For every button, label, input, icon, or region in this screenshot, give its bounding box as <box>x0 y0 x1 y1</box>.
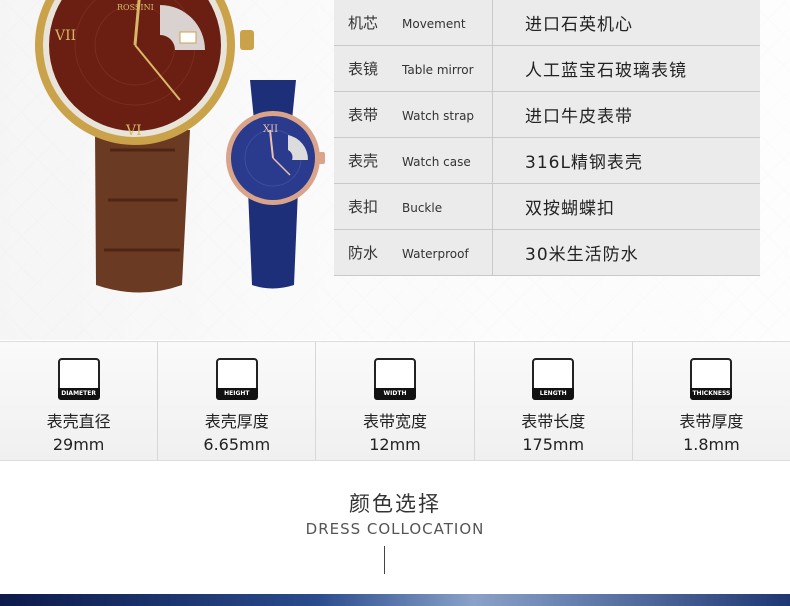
dimension-label: 表带宽度 <box>363 412 428 431</box>
dimension-icon-tag: DIAMETER <box>57 388 100 400</box>
spec-row: 表带 Watch strap 进口牛皮表带 <box>334 91 760 138</box>
spec-value: 人工蓝宝石玻璃表镜 <box>492 45 760 92</box>
spec-key-cell: 机芯 Movement <box>334 0 493 46</box>
spec-value: 双按蝴蝶扣 <box>492 183 760 230</box>
dimension-label: 表带厚度 <box>679 412 744 431</box>
spec-key-en: Watch strap <box>402 109 475 123</box>
strap-width-icon: WIDTH <box>374 358 416 400</box>
spec-key-en: Waterproof <box>402 247 469 261</box>
spec-key-en: Table mirror <box>402 63 474 77</box>
spec-value: 316L精钢表壳 <box>492 137 760 184</box>
dimension-value: 1.8mm <box>683 435 740 454</box>
spec-row: 表壳 Watch case 316L精钢表壳 <box>334 137 760 184</box>
spec-row: 防水 Waterproof 30米生活防水 <box>334 229 760 276</box>
dimension-icon-tag: HEIGHT <box>215 388 258 400</box>
dimension-value: 175mm <box>522 435 585 454</box>
spec-key-cn: 表扣 <box>348 198 379 216</box>
spec-key-cell: 表镜 Table mirror <box>334 45 493 92</box>
dimension-bar: DIAMETER 表壳直径 29mm HEIGHT 表壳厚度 6.65mm WIDTH 表带宽… <box>0 341 790 461</box>
spec-key-cn: 机芯 <box>348 14 379 32</box>
next-section-image-edge <box>0 594 790 606</box>
spec-key-cn: 防水 <box>348 244 379 262</box>
spec-value: 30米生活防水 <box>492 229 760 276</box>
spec-key-en: Movement <box>402 17 466 31</box>
divider-line <box>384 546 385 574</box>
dimension-icon-tag: WIDTH <box>374 388 416 400</box>
spec-value: 进口石英机心 <box>492 0 760 46</box>
spec-key-cell: 防水 Waterproof <box>334 229 493 276</box>
spec-key-cn: 表壳 <box>348 152 379 170</box>
dimension-item: THICKNESS 表带厚度 1.8mm <box>632 342 790 460</box>
watch-diameter-icon: DIAMETER <box>57 358 100 400</box>
spec-row: 表扣 Buckle 双按蝴蝶扣 <box>334 183 760 230</box>
dimension-label: 表带长度 <box>521 412 586 431</box>
dimension-label: 表壳厚度 <box>204 412 269 431</box>
dimension-item: DIAMETER 表壳直径 29mm <box>0 342 159 460</box>
dimension-value: 12mm <box>369 435 421 454</box>
section-title: 颜色选择 <box>349 492 441 516</box>
strap-thickness-icon: THICKNESS <box>690 358 733 400</box>
hero-section: VII VI ROSSINI XII 机芯 Movement 进口石英机心表镜 Tab… <box>0 0 790 340</box>
dimension-item: WIDTH 表带宽度 12mm <box>316 342 475 460</box>
spec-key-cell: 表带 Watch strap <box>334 91 493 138</box>
dimension-item: HEIGHT 表壳厚度 6.65mm <box>158 342 317 460</box>
svg-text:VI: VI <box>125 123 142 139</box>
watch-height-icon: HEIGHT <box>215 358 258 400</box>
spec-key-cn: 表镜 <box>348 60 379 78</box>
dimension-value: 6.65mm <box>203 435 271 454</box>
spec-key-cn: 表带 <box>348 106 379 124</box>
dimension-value: 29mm <box>52 435 105 454</box>
spec-key-en: Buckle <box>402 201 443 215</box>
watch-product-image: VII VI ROSSINI XII <box>35 0 325 293</box>
spec-value: 进口牛皮表带 <box>492 91 760 138</box>
dimension-label: 表壳直径 <box>46 412 111 431</box>
section-subtitle: DRESS COLLOCATION <box>305 520 485 538</box>
dimension-icon-tag: THICKNESS <box>690 388 733 400</box>
spec-row: 表镜 Table mirror 人工蓝宝石玻璃表镜 <box>334 45 760 92</box>
dimension-item: LENGTH 表带长度 175mm <box>474 342 633 460</box>
brand-logo: ROSSINI <box>117 3 154 12</box>
spec-table: 机芯 Movement 进口石英机心 表镜 Table mirror 人工蓝宝石玻璃表镜表… <box>334 0 760 276</box>
strap-length-icon: LENGTH <box>532 358 575 400</box>
spec-key-cell: 表扣 Buckle <box>334 183 493 230</box>
spec-key-cell: 表壳 Watch case <box>334 137 493 184</box>
svg-text:VII: VII <box>54 28 76 44</box>
spec-row: 机芯 Movement 进口石英机心 <box>334 0 760 46</box>
dimension-icon-tag: LENGTH <box>532 388 575 400</box>
spec-key-en: Watch case <box>402 155 471 169</box>
